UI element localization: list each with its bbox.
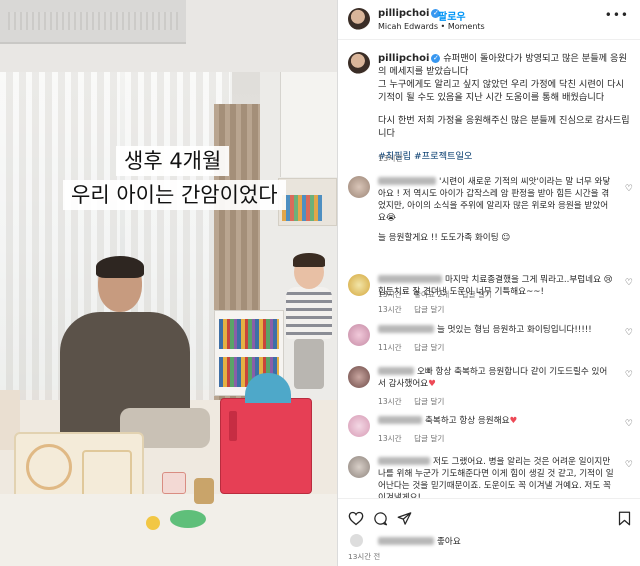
verified-badge-icon: ✓ [431, 54, 441, 63]
commenter-avatar[interactable] [348, 176, 370, 198]
comments-feed[interactable]: pillipchoi ✓ 슈퍼맨이 돌아왔다가 방영되고 많은 분들께 응원의 메… [338, 40, 640, 498]
reply-button[interactable]: 답글 달기 [414, 343, 444, 352]
blurred-username[interactable] [378, 367, 414, 375]
red-toy-box [220, 373, 312, 494]
reply-button[interactable]: 답글 달기 [414, 397, 444, 406]
comment-body: 늘 멋있는 형님 응원하고 화이팅입니다!!!!! [378, 324, 614, 336]
caption-line-2: 그 누구에게도 알리고 싶지 않았던 우리 가정에 닥친 시련이 다시 기적이 … [378, 79, 625, 103]
audio-attribution[interactable]: Micah Edwards • Moments [378, 22, 485, 31]
heart-icon[interactable]: ♡ [625, 184, 633, 194]
caption-avatar[interactable] [348, 52, 370, 74]
comment-meta: 13시간 답글 달기 [378, 305, 445, 314]
post-timestamp: 13시간 전 [348, 552, 381, 561]
air-conditioner [0, 0, 186, 44]
comment-meta: 11시간 답글 달기 [378, 343, 445, 352]
share-icon[interactable] [397, 511, 412, 526]
caption-time: 13시간 [378, 154, 403, 163]
heart-icon[interactable]: ♡ [625, 328, 633, 338]
red-heart-emoji: ♥ [428, 379, 436, 389]
post-panel: pillipchoi ✓ 팔로우 Micah Edwards • Moments … [337, 0, 640, 566]
comment-body: 오빠 항상 축복하고 응원합니다 같이 기도드릴수 있어서 감사했어요♥ [378, 366, 614, 390]
post-actions: 좋아요 13시간 전 [338, 498, 640, 566]
comment-icon[interactable] [373, 511, 388, 526]
bookmark-icon[interactable] [618, 511, 631, 526]
post-caption: pillipchoi ✓ 슈퍼맨이 돌아왔다가 방영되고 많은 분들께 응원의 메… [378, 52, 630, 173]
comment-meta: 13시간 답글 달기 [378, 434, 445, 443]
comment-body: 저도 그랬어요. 병을 알리는 것은 어려운 일이지만 나를 위해 누군가 기도… [378, 456, 614, 498]
table-toys [146, 470, 220, 530]
more-horizontal-icon[interactable]: ••• [605, 8, 629, 22]
follow-button[interactable]: 팔로우 [438, 8, 466, 23]
comment-body: '시련이 새로운 기적의 씨앗'이라는 말 너무 와닿아요 ! 저 역시도 아이… [378, 176, 614, 244]
commenter-avatar[interactable] [348, 366, 370, 388]
blurred-username[interactable] [378, 416, 422, 424]
shelf-toys [282, 195, 322, 221]
blurred-username[interactable] [378, 325, 434, 333]
wall-cabinet [280, 72, 337, 177]
author-avatar[interactable] [348, 8, 370, 30]
red-heart-emoji: ♥ [509, 416, 518, 426]
comment-text: 축복하고 항상 응원해요 [425, 416, 510, 426]
comment-body: 마지막 치료종결했을 그게 뭐라고..부럽네요 😢힘든치료 잘 견뎌낸 도운이 … [378, 274, 614, 298]
heart-icon[interactable]: ♡ [625, 419, 633, 429]
caption-line-3: 다시 한번 저희 가정을 응원해주신 많은 분들께 진심으로 감사드립니다 [378, 115, 630, 139]
smiling-man [60, 256, 210, 448]
blurred-username[interactable] [378, 177, 436, 185]
reply-button[interactable]: 답글 달기 [414, 434, 444, 443]
heart-icon[interactable] [348, 511, 364, 526]
heart-icon[interactable]: ♡ [625, 278, 633, 288]
photo-caption-bottom: 우리 아이는 간암이었다 [63, 180, 286, 211]
comment-text: 늘 멋있는 형님 응원하고 화이팅입니다!!!!! [437, 325, 592, 335]
caption-username[interactable]: pillipchoi [378, 53, 429, 64]
commenter-avatar[interactable] [348, 456, 370, 478]
author-username[interactable]: pillipchoi ✓ [378, 8, 441, 19]
likes-summary[interactable]: 좋아요 [378, 535, 461, 547]
reply-button[interactable]: 답글 달기 [414, 305, 444, 314]
post-photo[interactable]: 생후 4개월 우리 아이는 간암이었다 [0, 0, 337, 566]
comment-body: 축복하고 항상 응원해요♥ [378, 415, 614, 427]
standing-child [282, 253, 334, 395]
liker-avatar[interactable] [350, 534, 363, 547]
post-header: pillipchoi ✓ 팔로우 Micah Edwards • Moments … [338, 0, 640, 40]
heart-icon[interactable]: ♡ [625, 370, 633, 380]
commenter-avatar[interactable] [348, 324, 370, 346]
commenter-avatar[interactable] [348, 274, 370, 296]
blurred-username[interactable] [378, 457, 430, 465]
comment-text-2: 늘 응원할게요 !! 도도가족 화이팅 ☺ [378, 233, 511, 243]
blurred-username[interactable] [378, 537, 434, 545]
comment-meta: 13시간 답글 달기 [378, 397, 445, 406]
heart-icon[interactable]: ♡ [625, 460, 633, 470]
commenter-avatar[interactable] [348, 415, 370, 437]
photo-caption-top: 생후 4개월 [116, 146, 230, 177]
caption-hashtags[interactable]: #최필립 #프로젝트일오 [378, 150, 630, 163]
blurred-username[interactable] [378, 275, 442, 283]
